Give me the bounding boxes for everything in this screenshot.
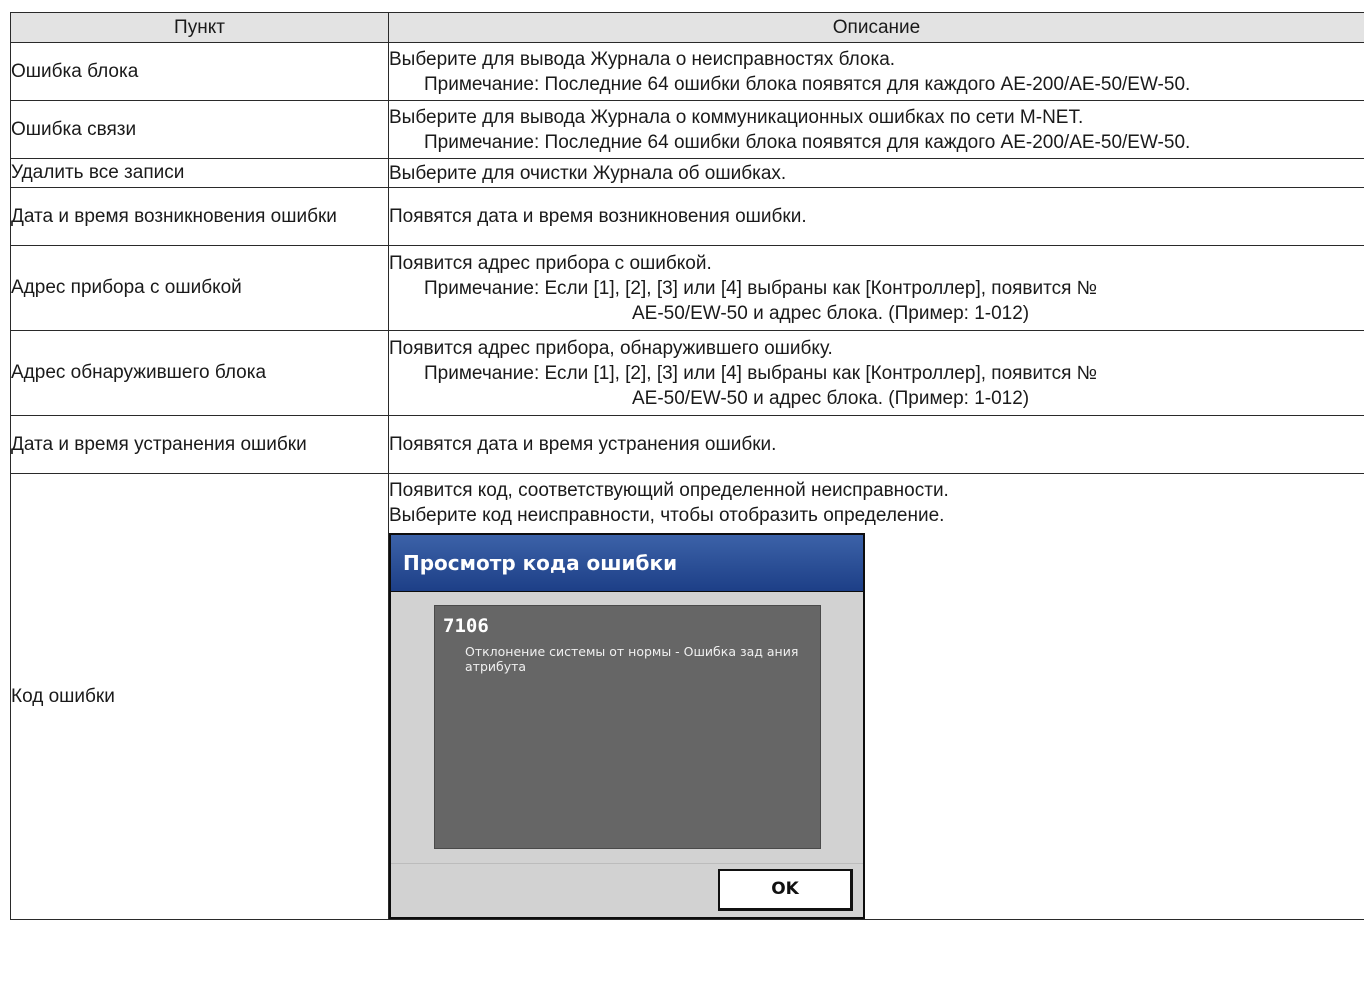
description-line: Выберите для очистки Журнала об ошибках. (389, 162, 787, 184)
description-line: Выберите для вывода Журнала о коммуникац… (389, 106, 1084, 128)
description-line: Появятся дата и время устранения ошибки. (389, 434, 777, 455)
note-line: Примечание: Последние 64 ошибки блока по… (424, 131, 1191, 153)
header-item: Пункт (10, 12, 389, 43)
error-code: 7106 (443, 615, 489, 637)
item-cell: Дата и время устранения ошибки (10, 415, 389, 474)
table-row: Ошибка связи Выберите для вывода Журнала… (10, 100, 1364, 159)
item-cell: Ошибка связи (10, 100, 389, 159)
table-row: Дата и время устранения ошибки Появятся … (10, 415, 1364, 474)
description-line: Выберите код неисправности, чтобы отобра… (389, 505, 945, 526)
item-cell: Адрес прибора с ошибкой (10, 245, 389, 331)
error-code-description: Отклонение системы от нормы - Ошибка зад… (465, 644, 799, 674)
ok-button[interactable]: OK (718, 869, 853, 911)
description-cell: Появятся дата и время возникновения ошиб… (388, 187, 1364, 246)
note-line: Примечание: Если [1], [2], [3] или [4] в… (424, 362, 1098, 384)
table-row: Ошибка блока Выберите для вывода Журнала… (10, 42, 1364, 101)
description-line: Появится адрес прибора с ошибкой. (389, 252, 712, 274)
table-row: Код ошибки Появится код, соответствующий… (10, 473, 1364, 920)
item-cell: Код ошибки (10, 473, 389, 920)
note-line: Примечание: Последние 64 ошибки блока по… (424, 73, 1191, 95)
dialog-title: Просмотр кода ошибки (391, 535, 863, 592)
note-continuation: AE-50/EW-50 и адрес блока. (Пример: 1-01… (632, 387, 1030, 409)
table-row: Дата и время возникновения ошибки Появят… (10, 187, 1364, 246)
table-row: Удалить все записи Выберите для очистки … (10, 158, 1364, 188)
description-cell: Выберите для вывода Журнала о неисправно… (388, 42, 1364, 101)
table-row: Адрес прибора с ошибкой Появится адрес п… (10, 245, 1364, 331)
description-cell: Появятся дата и время устранения ошибки. (388, 415, 1364, 474)
error-log-table: Пункт Описание Ошибка блока Выберите для… (10, 12, 1364, 920)
note-line: Примечание: Если [1], [2], [3] или [4] в… (424, 277, 1098, 299)
error-code-dialog: Просмотр кода ошибки 7106 Отклонение сис… (389, 533, 865, 919)
dialog-divider (391, 863, 863, 864)
item-cell: Адрес обнаружившего блока (10, 330, 389, 416)
description-cell: Появится код, соответствующий определенн… (388, 473, 1364, 920)
table-header-row: Пункт Описание (10, 12, 1364, 43)
description-cell: Выберите для вывода Журнала о коммуникац… (388, 100, 1364, 159)
item-cell: Удалить все записи (10, 158, 389, 188)
error-code-panel: 7106 Отклонение системы от нормы - Ошибк… (434, 605, 821, 849)
description-line: Появится адрес прибора, обнаружившего ош… (389, 337, 833, 359)
description-cell: Выберите для очистки Журнала об ошибках. (388, 158, 1364, 188)
table-row: Адрес обнаружившего блока Появится адрес… (10, 330, 1364, 416)
header-description: Описание (388, 12, 1364, 43)
note-continuation: AE-50/EW-50 и адрес блока. (Пример: 1-01… (632, 302, 1030, 324)
item-cell: Ошибка блока (10, 42, 389, 101)
description-line: Появятся дата и время возникновения ошиб… (389, 206, 807, 227)
description-line: Появится код, соответствующий определенн… (389, 480, 949, 501)
description-cell: Появится адрес прибора, обнаружившего ош… (388, 330, 1364, 416)
item-cell: Дата и время возникновения ошибки (10, 187, 389, 246)
description-line: Выберите для вывода Журнала о неисправно… (389, 48, 896, 70)
description-cell: Появится адрес прибора с ошибкой. Примеч… (388, 245, 1364, 331)
